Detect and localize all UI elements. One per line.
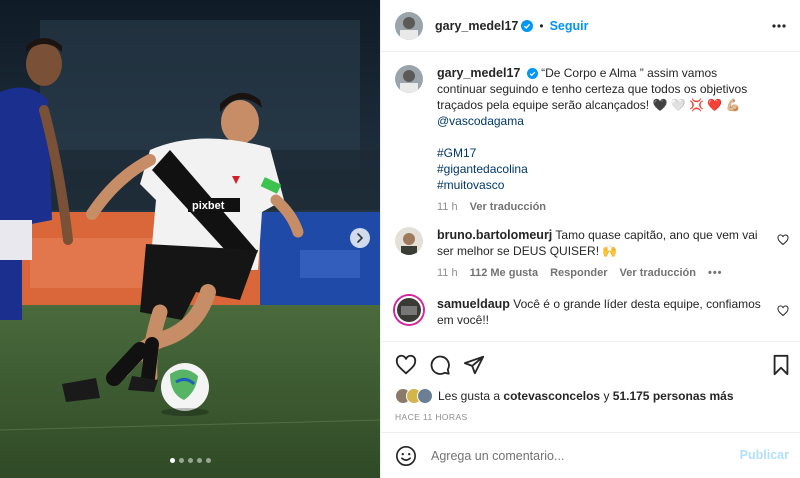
liker-username[interactable]: cotevasconcelos — [503, 389, 600, 403]
mention-link[interactable]: @vascodagama — [437, 113, 767, 129]
likes-middle: y — [600, 389, 613, 403]
verified-badge-icon — [526, 68, 538, 79]
post-actions: Les gusta a cotevasconcelos y 51.175 per… — [381, 341, 800, 431]
author-username[interactable]: gary_medel17 — [435, 19, 518, 33]
carousel-dot — [205, 458, 211, 463]
carousel-dot — [169, 458, 175, 463]
liker-avatar — [417, 388, 433, 404]
reply-button[interactable]: Responder — [550, 265, 607, 281]
hashtag-link[interactable]: #gigantedacolina — [437, 161, 767, 177]
commenter-avatar[interactable] — [395, 227, 423, 255]
comment-time: 11 h — [437, 267, 458, 279]
commenter-avatar[interactable] — [395, 296, 423, 324]
comment-likes[interactable]: 112 Me gusta — [470, 265, 538, 281]
commenter-username[interactable]: bruno.bartolomeurj — [437, 228, 552, 242]
translate-link[interactable]: Ver traducción — [620, 265, 696, 281]
carousel-dot — [187, 458, 193, 463]
comment-composer: Publicar — [381, 432, 800, 478]
translate-link[interactable]: Ver traducción — [470, 199, 546, 215]
comment-input[interactable] — [431, 448, 731, 463]
save-bookmark-icon[interactable] — [771, 354, 791, 376]
verified-badge-icon — [521, 19, 534, 32]
heart-icon[interactable] — [395, 354, 417, 376]
chevron-right-icon — [357, 233, 364, 243]
publish-button[interactable]: Publicar — [740, 448, 789, 462]
follow-button[interactable]: Seguir — [550, 19, 589, 33]
caption-entry: gary_medel17 “De Corpo e Alma ” assim va… — [395, 65, 790, 215]
author-avatar[interactable] — [395, 11, 423, 40]
emoji-icon[interactable] — [395, 445, 417, 467]
football-player-image: pixbet — [0, 0, 380, 478]
svg-text:pixbet: pixbet — [192, 200, 225, 212]
post-timestamp: HACE 11 HORAS — [395, 412, 468, 422]
more-horizontal-icon[interactable] — [771, 18, 787, 34]
likes-prefix: Les gusta a — [438, 389, 504, 403]
comment-item: samueldaup Você é o grande líder desta e… — [395, 296, 790, 328]
commenter-username[interactable]: samueldaup — [437, 297, 510, 311]
like-comment-icon[interactable] — [777, 305, 789, 317]
post-sidebar: gary_medel17 • Seguir gary_medel17 “De C… — [380, 0, 800, 478]
carousel-dot — [178, 458, 184, 463]
post-header: gary_medel17 • Seguir — [381, 0, 800, 52]
caption-username[interactable]: gary_medel17 — [437, 66, 520, 80]
comment-item: bruno.bartolomeurj Tamo quase capitão, a… — [395, 227, 790, 281]
next-slide-button[interactable] — [350, 228, 370, 248]
likes-summary: Les gusta a cotevasconcelos y 51.175 per… — [395, 388, 734, 404]
comment-options-button[interactable]: ••• — [708, 265, 723, 281]
comment-icon[interactable] — [429, 354, 451, 376]
like-comment-icon[interactable] — [777, 234, 789, 246]
separator-dot: • — [539, 18, 544, 33]
share-icon[interactable] — [463, 354, 485, 376]
comments-list[interactable]: gary_medel17 “De Corpo e Alma ” assim va… — [381, 53, 800, 341]
carousel-indicator — [0, 458, 380, 463]
hashtag-link[interactable]: #muitovasco — [437, 177, 767, 193]
likes-count[interactable]: 51.175 personas más — [613, 389, 734, 403]
carousel-dot — [196, 458, 202, 463]
caption-time: 11 h — [437, 201, 458, 213]
caption-avatar[interactable] — [395, 65, 423, 93]
post-photo[interactable]: pixbet — [0, 0, 380, 478]
post-modal: pixbet gary_medel17 • Seguir gary_medel1… — [0, 0, 800, 478]
hashtag-link[interactable]: #GM17 — [437, 145, 767, 161]
